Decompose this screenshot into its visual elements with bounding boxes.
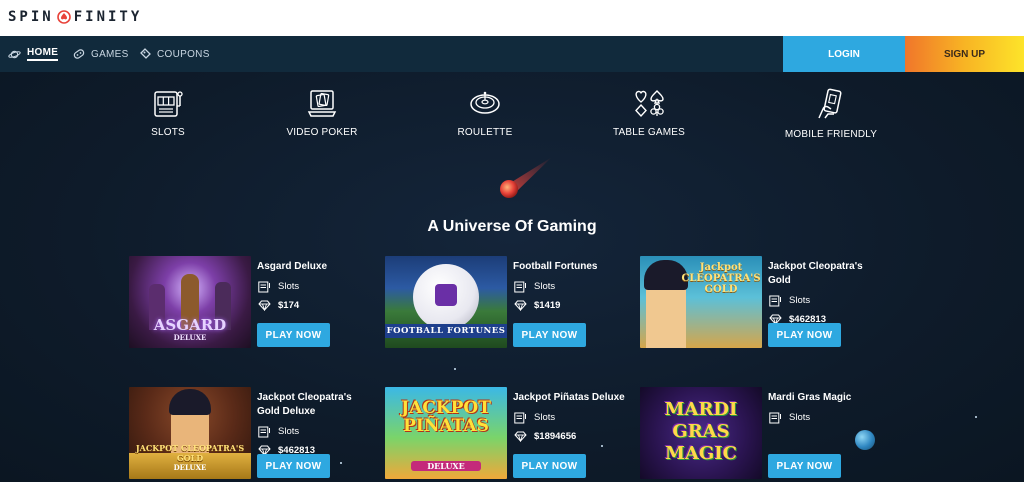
video-poker-icon: [307, 90, 337, 117]
category-mobile-friendly-label: MOBILE FRIENDLY: [784, 129, 878, 140]
category-mobile-friendly[interactable]: MOBILE FRIENDLY: [771, 88, 891, 140]
star-dot: [454, 368, 456, 370]
play-now-button[interactable]: PLAY NOW: [768, 323, 841, 347]
play-now-button[interactable]: PLAY NOW: [257, 454, 330, 478]
game-thumbnail[interactable]: JACKPOT PIÑATAS DELUXE: [385, 387, 507, 479]
game-name[interactable]: Mardi Gras Magic: [768, 391, 883, 405]
game-name[interactable]: Jackpot Cleopatra's Gold: [768, 260, 883, 288]
diamond-icon: [513, 299, 528, 312]
game-name[interactable]: Asgard Deluxe: [257, 260, 372, 274]
category-roulette[interactable]: ROULETTE: [425, 88, 545, 138]
game-type: Slots: [534, 412, 556, 423]
login-button[interactable]: LOGIN: [783, 36, 905, 72]
thumb-subtitle: DELUXE: [173, 463, 207, 472]
play-now-button[interactable]: PLAY NOW: [513, 454, 586, 478]
game-name[interactable]: Jackpot Piñatas Deluxe: [513, 391, 628, 405]
slot-machine-icon: [768, 411, 783, 424]
game-type: Slots: [534, 281, 556, 292]
thumb-title: Jackpot CLEOPATRA'S GOLD: [681, 262, 761, 295]
play-now-button[interactable]: PLAY NOW: [257, 323, 330, 347]
game-card: Jackpot CLEOPATRA'S GOLD Jackpot Cleopat…: [640, 256, 880, 348]
jackpot-amount: $1419: [534, 300, 561, 311]
nav-coupons[interactable]: COUPONS: [139, 36, 210, 72]
logo-text-left: SPIN: [8, 9, 54, 25]
thumb-title: JACKPOT PIÑATAS: [401, 398, 491, 436]
game-name[interactable]: Football Fortunes: [513, 260, 628, 274]
game-thumbnail[interactable]: MARDI GRAS MAGIC: [640, 387, 762, 479]
card-suits-icon: [635, 90, 664, 118]
diamond-icon: [513, 430, 528, 443]
game-card: MARDI GRAS MAGIC Mardi Gras Magic Slots …: [640, 387, 880, 479]
category-roulette-label: ROULETTE: [457, 127, 513, 138]
game-type: Slots: [278, 281, 300, 292]
nav-home[interactable]: HOME: [8, 36, 59, 72]
category-video-poker[interactable]: VIDEO POKER: [262, 88, 382, 138]
slot-machine-icon: [154, 91, 183, 117]
nav-games-label: GAMES: [91, 48, 129, 60]
thumb-title: FOOTBALL FORTUNES: [385, 324, 507, 338]
jackpot-amount: $174: [278, 300, 300, 311]
game-card: JACKPOT CLEOPATRA'S GOLD DELUXE Jackpot …: [129, 387, 369, 479]
category-video-poker-label: VIDEO POKER: [286, 127, 358, 138]
star-dot: [975, 416, 977, 418]
game-name[interactable]: Jackpot Cleopatra's Gold Deluxe: [257, 391, 372, 419]
game-thumbnail[interactable]: Jackpot CLEOPATRA'S GOLD: [640, 256, 762, 348]
category-table-games[interactable]: TABLE GAMES: [589, 88, 709, 138]
section-heading: A Universe Of Gaming: [427, 218, 597, 235]
thumb-title: ASGARD: [153, 316, 227, 334]
planet-decoration: [855, 430, 875, 450]
brand-logo[interactable]: SPIN FINITY: [8, 9, 142, 25]
planet-icon: [8, 50, 21, 58]
nav-coupons-label: COUPONS: [157, 48, 210, 60]
roulette-icon: [470, 91, 500, 114]
category-slots-label: SLOTS: [151, 127, 185, 138]
thumb-title: JACKPOT CLEOPATRA'S GOLD: [135, 443, 245, 463]
diamond-icon: [257, 299, 272, 312]
slot-machine-icon: [768, 294, 783, 307]
game-thumbnail[interactable]: JACKPOT CLEOPATRA'S GOLD DELUXE: [129, 387, 251, 479]
nav-games[interactable]: GAMES: [73, 36, 129, 72]
game-type: Slots: [278, 426, 300, 437]
game-thumbnail[interactable]: FOOTBALL FORTUNES: [385, 256, 507, 348]
game-thumbnail[interactable]: ASGARD DELUXE: [129, 256, 251, 348]
play-now-button[interactable]: PLAY NOW: [768, 454, 841, 478]
mobile-hand-icon: [818, 88, 842, 119]
nav-home-label: HOME: [27, 47, 59, 61]
thumb-subtitle: DELUXE: [411, 461, 481, 471]
play-now-button[interactable]: PLAY NOW: [513, 323, 586, 347]
top-bar: SPIN FINITY: [0, 0, 1024, 36]
logo-text-right: FINITY: [73, 9, 143, 25]
meteor-icon: [500, 157, 552, 198]
spade-logo-icon: [56, 10, 71, 24]
gamepad-icon: [73, 49, 85, 59]
slot-machine-icon: [257, 425, 272, 438]
signup-button[interactable]: SIGN UP: [905, 36, 1024, 72]
slot-machine-icon: [257, 280, 272, 293]
jackpot-amount: $1894656: [534, 431, 577, 442]
game-type: Slots: [789, 412, 811, 423]
slot-machine-icon: [513, 280, 528, 293]
game-card: FOOTBALL FORTUNES Football Fortunes Slot…: [385, 256, 625, 348]
game-card: ASGARD DELUXE Asgard Deluxe Slots $174 P…: [129, 256, 369, 348]
game-card: JACKPOT PIÑATAS DELUXE Jackpot Piñatas D…: [385, 387, 625, 479]
slot-machine-icon: [513, 411, 528, 424]
thumb-subtitle: DELUXE: [173, 333, 207, 342]
thumb-title: MARDI GRAS MAGIC: [664, 399, 738, 464]
ticket-icon: [140, 48, 151, 59]
category-table-games-label: TABLE GAMES: [612, 127, 686, 138]
game-type: Slots: [789, 295, 811, 306]
category-slots[interactable]: SLOTS: [108, 88, 228, 138]
